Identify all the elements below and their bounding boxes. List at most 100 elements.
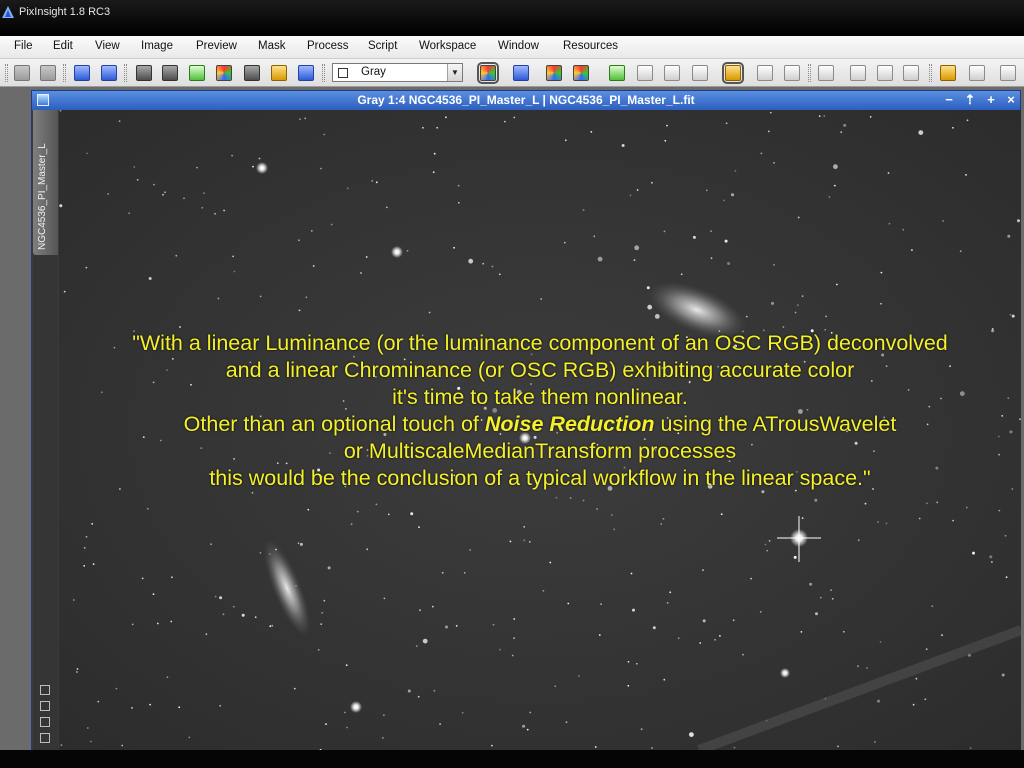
star: [702, 619, 706, 623]
toolbar-grip[interactable]: [929, 64, 932, 82]
channel-red-icon[interactable]: [546, 65, 562, 81]
star: [767, 130, 770, 133]
zoom-out-icon[interactable]: [757, 65, 773, 81]
star: [457, 201, 460, 204]
star: [837, 745, 839, 748]
chevron-down-icon[interactable]: ▼: [447, 64, 462, 81]
toolbar-grip[interactable]: [5, 64, 8, 82]
star: [818, 115, 821, 117]
toolbar-grip[interactable]: [808, 64, 811, 82]
star: [660, 523, 663, 525]
image-info-icon[interactable]: [298, 65, 314, 81]
delete-preview-icon[interactable]: [692, 65, 708, 81]
shade-button[interactable]: ⇡: [963, 92, 977, 108]
toolbar-grip[interactable]: [322, 64, 325, 82]
minimize-button[interactable]: −: [942, 92, 956, 108]
menu-edit[interactable]: Edit: [53, 40, 73, 52]
luminance-icon[interactable]: [637, 65, 653, 81]
channel-blue-icon[interactable]: [609, 65, 625, 81]
identifier-icon[interactable]: [74, 65, 90, 81]
menu-resources[interactable]: Resources: [563, 40, 618, 52]
channel-green-icon[interactable]: [573, 65, 589, 81]
menu-file[interactable]: File: [14, 40, 33, 52]
star: [327, 566, 331, 570]
process-explorer-icon[interactable]: [969, 65, 985, 81]
clone-view-icon[interactable]: [101, 65, 117, 81]
info-icon[interactable]: [40, 733, 50, 743]
save-image-icon[interactable]: [271, 65, 287, 81]
star: [888, 222, 891, 225]
star: [468, 258, 474, 264]
bright-star: [350, 701, 362, 713]
star: [800, 631, 803, 633]
star: [188, 736, 191, 739]
star: [663, 678, 666, 681]
undo-icon[interactable]: [14, 65, 30, 81]
image-window-title-bar[interactable]: Gray 1:4 NGC4536_PI_Master_L | NGC4536_P…: [32, 91, 1020, 110]
duplicate-image-icon[interactable]: [162, 65, 178, 81]
wrench-icon[interactable]: [1000, 65, 1016, 81]
toolbar-grip[interactable]: [124, 64, 127, 82]
pan-mode-icon[interactable]: [818, 65, 834, 81]
star: [719, 635, 721, 637]
star: [346, 726, 348, 729]
star: [131, 623, 134, 626]
star: [232, 255, 235, 258]
star: [664, 139, 667, 142]
menu-script[interactable]: Script: [368, 40, 397, 52]
toolbar-grip[interactable]: [63, 64, 66, 82]
arrow-icon[interactable]: [40, 685, 50, 695]
star: [542, 589, 545, 592]
caption-line-3: it's time to take them nonlinear.: [392, 385, 688, 409]
script-editor-icon[interactable]: [940, 65, 956, 81]
menu-view[interactable]: View: [95, 40, 120, 52]
menu-window[interactable]: Window: [498, 40, 539, 52]
color-image-icon[interactable]: [216, 65, 232, 81]
redo-icon[interactable]: [40, 65, 56, 81]
star: [769, 111, 772, 114]
display-channel-icon[interactable]: [513, 65, 529, 81]
new-preview-icon[interactable]: [664, 65, 680, 81]
menu-workspace[interactable]: Workspace: [419, 40, 476, 52]
star: [86, 727, 89, 729]
star: [513, 637, 515, 639]
star: [445, 116, 447, 119]
star: [725, 122, 728, 125]
star: [219, 704, 222, 707]
colorspace-select[interactable]: Gray ▼: [332, 63, 463, 82]
star: [433, 152, 436, 155]
close-button[interactable]: ×: [1004, 92, 1018, 108]
zoom-in-icon[interactable]: [784, 65, 800, 81]
galaxy-edge-on: [263, 539, 311, 637]
image-window-icon[interactable]: [136, 65, 152, 81]
menu-mask[interactable]: Mask: [258, 40, 285, 52]
star: [797, 216, 800, 219]
one-to-one-icon[interactable]: [903, 65, 919, 81]
maximize-button[interactable]: +: [984, 92, 998, 108]
menu-image[interactable]: Image: [141, 40, 173, 52]
star: [632, 608, 635, 612]
display-rgb-icon[interactable]: [477, 62, 499, 84]
stf-icon[interactable]: [722, 62, 744, 84]
menu-process[interactable]: Process: [307, 40, 349, 52]
view-selector-tab[interactable]: NGC4536_PI_Master_L: [33, 110, 58, 255]
readout-mode-icon[interactable]: [850, 65, 866, 81]
star: [453, 246, 455, 249]
star: [325, 723, 327, 725]
new-image-icon[interactable]: [189, 65, 205, 81]
app-title: PixInsight 1.8 RC3: [19, 6, 111, 18]
menu-preview[interactable]: Preview: [196, 40, 237, 52]
preview-icon[interactable]: [40, 717, 50, 727]
star: [469, 549, 471, 551]
fit-view-icon[interactable]: [877, 65, 893, 81]
gray-image-icon[interactable]: [244, 65, 260, 81]
colorspace-value: Gray: [361, 66, 386, 78]
star: [864, 502, 867, 505]
star: [565, 721, 568, 724]
star: [513, 618, 516, 620]
star: [692, 235, 696, 239]
mask-icon[interactable]: [40, 701, 50, 711]
star: [720, 513, 723, 516]
star: [965, 506, 968, 509]
star: [766, 549, 769, 552]
